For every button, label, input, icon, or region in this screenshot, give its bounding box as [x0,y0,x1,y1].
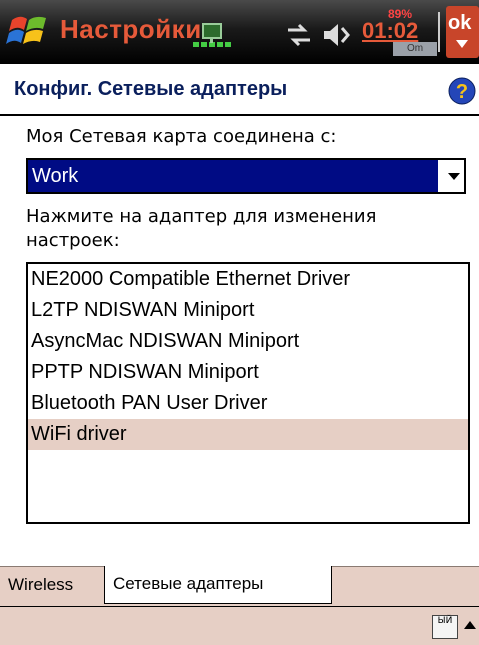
network-select[interactable]: Work [26,158,466,194]
app-title[interactable]: Настройки [60,14,202,45]
list-item-selected[interactable]: WiFi driver [28,419,468,450]
help-icon[interactable]: ? [447,76,477,106]
ok-button[interactable]: ok [446,6,479,58]
list-item[interactable]: AsyncMac NDISWAN Miniport [28,326,468,357]
list-item[interactable]: Bluetooth PAN User Driver [28,388,468,419]
page-title: Конфиг. Сетевые адаптеры [14,78,288,100]
menu-bar: ЫЙ [0,606,479,645]
combo-label: Моя Сетевая карта соединена с: [26,126,337,147]
tab-strip: Wireless Сетевые адаптеры [0,566,479,607]
list-item[interactable]: NE2000 Compatible Ethernet Driver [28,264,468,295]
network-select-value: Work [28,160,438,192]
page-header: Конфиг. Сетевые адаптеры ? [0,64,479,116]
chevron-up-icon[interactable] [464,621,476,629]
list-label-line2: настроек: [26,230,120,251]
clock[interactable]: 01:02 [362,18,418,44]
ok-label: ok [448,12,472,34]
network-status-icon[interactable] [193,20,233,54]
list-item[interactable]: L2TP NDISWAN Miniport [28,295,468,326]
title-separator [438,12,440,52]
adapter-list[interactable]: NE2000 Compatible Ethernet Driver L2TP N… [26,262,470,524]
title-bar: Настройки 89% 01:02 Om ok [0,0,479,64]
clock-subtext: Om [393,42,437,56]
list-label-line1: Нажмите на адаптер для изменения [26,206,377,227]
chevron-down-icon [456,40,468,48]
dropdown-arrow-icon[interactable] [448,173,460,180]
tab-wireless[interactable]: Wireless [4,567,105,603]
svg-text:?: ? [456,81,468,103]
list-item[interactable]: PPTP NDISWAN Miniport [28,357,468,388]
connectivity-icon[interactable] [284,22,314,48]
tab-network-adapters[interactable]: Сетевые адаптеры [104,566,332,604]
keyboard-icon-text: ЫЙ [437,616,453,626]
windows-start-icon[interactable] [6,10,52,52]
volume-icon[interactable] [322,20,356,50]
keyboard-icon[interactable]: ЫЙ [432,615,458,639]
